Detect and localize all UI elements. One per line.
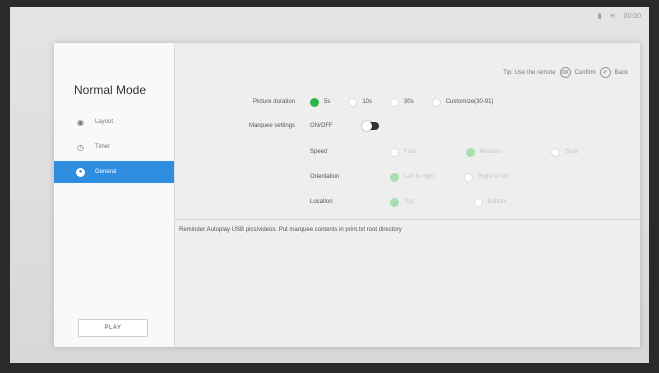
location-option-top[interactable]: Top — [390, 197, 414, 207]
divider — [175, 219, 640, 220]
radio-icon — [390, 97, 400, 107]
location-options: Top Bottom — [390, 195, 507, 209]
option-label: Top — [404, 199, 414, 205]
marquee-onoff-row: ON/OFF — [310, 119, 379, 133]
speed-label: Speed — [310, 145, 327, 159]
settings-panel: Normal Mode ◉ Layout ◷ Timer ● General P… — [54, 43, 640, 347]
option-label: Slow — [565, 149, 579, 155]
option-label: 30s — [404, 99, 414, 105]
ok-key-icon: OK — [559, 67, 571, 78]
speed-option-fast[interactable]: Fast — [390, 147, 416, 157]
orientation-label: Orientation — [310, 170, 339, 184]
location-option-bottom[interactable]: Bottom — [473, 197, 507, 207]
remote-tip: Tip: Use the remote OK Confirm ↶ Back — [503, 67, 628, 78]
sidebar-item-general[interactable]: ● General — [54, 161, 174, 183]
status-bar: ▮ ≋ 00:00 — [597, 12, 641, 21]
sidebar-nav: ◉ Layout ◷ Timer ● General — [54, 111, 174, 186]
orientation-option-rtl[interactable]: Right to left — [464, 172, 509, 182]
back-key-icon: ↶ — [599, 67, 611, 78]
speed-option-medium[interactable]: Medium — [465, 147, 502, 157]
confirm-label: Confirm — [574, 69, 596, 76]
content-area: Tip: Use the remote OK Confirm ↶ Back Pi… — [175, 43, 640, 347]
location-label: Location — [310, 195, 333, 209]
option-label: 5s — [324, 99, 331, 105]
sidebar-item-label: Layout — [95, 119, 114, 125]
location-label-text: Location — [310, 199, 333, 205]
wifi-icon: ≋ — [609, 13, 616, 20]
orientation-options: Left to right Right to left — [390, 170, 508, 184]
option-label: Medium — [479, 149, 502, 155]
onoff-label: ON/OFF — [310, 123, 333, 129]
sidebar-item-label: General — [95, 169, 117, 175]
option-label: Fast — [404, 149, 416, 155]
sidebar-item-timer[interactable]: ◷ Timer — [54, 136, 174, 158]
speed-option-slow[interactable]: Slow — [551, 147, 579, 157]
duration-option-30s[interactable]: 30s — [390, 97, 414, 107]
sidebar-item-label: Timer — [95, 144, 111, 150]
speed-label-text: Speed — [310, 149, 328, 155]
radio-icon — [464, 172, 474, 182]
sidebar: Normal Mode ◉ Layout ◷ Timer ● General P… — [54, 43, 175, 347]
speed-options: Fast Medium Slow — [390, 145, 578, 159]
radio-selected-icon — [390, 197, 399, 207]
play-button[interactable]: PLAY — [78, 319, 148, 337]
clock-text: 00:00 — [623, 12, 641, 20]
marquee-settings-label: Marquee settings — [248, 123, 295, 129]
clock-icon: ◷ — [77, 142, 84, 152]
option-label: 10s — [362, 99, 373, 105]
radio-icon — [390, 147, 399, 157]
radio-selected-icon — [310, 97, 319, 107]
option-label: Left to right — [404, 174, 435, 180]
radio-icon — [473, 197, 483, 207]
tip-text: Tip: Use the remote — [503, 69, 556, 76]
tv-screen: ▮ ≋ 00:00 Normal Mode ◉ Layout ◷ Timer ●… — [10, 7, 649, 363]
marquee-toggle[interactable] — [361, 121, 379, 131]
radio-icon — [551, 147, 561, 157]
mode-title: Normal Mode — [74, 83, 147, 97]
layout-icon: ◉ — [77, 117, 84, 127]
duration-option-10s[interactable]: 10s — [348, 97, 373, 107]
duration-option-custom[interactable]: Customize(30-91) — [431, 97, 494, 107]
settings-icon: ● — [76, 167, 85, 177]
orientation-option-ltr[interactable]: Left to right — [390, 172, 435, 182]
orientation-label-text: Orientation — [310, 174, 340, 180]
radio-icon — [348, 97, 358, 107]
sidebar-item-layout[interactable]: ◉ Layout — [54, 111, 174, 133]
picture-duration-label: Picture duration — [252, 99, 295, 105]
radio-icon — [431, 97, 441, 107]
picture-duration-options: 5s 10s 30s Customize(30-91) — [310, 95, 493, 109]
radio-selected-icon — [465, 147, 475, 157]
option-label: Right to left — [478, 174, 509, 180]
option-label: Bottom — [487, 199, 507, 205]
usb-icon: ▮ — [597, 13, 602, 20]
back-label: Back — [614, 69, 628, 76]
radio-selected-icon — [390, 172, 399, 182]
duration-option-5s[interactable]: 5s — [310, 97, 331, 107]
reminder-text: Reminder:Autoplay USB pics/videos. Put m… — [179, 227, 402, 233]
option-label: Customize(30-91) — [445, 99, 494, 105]
